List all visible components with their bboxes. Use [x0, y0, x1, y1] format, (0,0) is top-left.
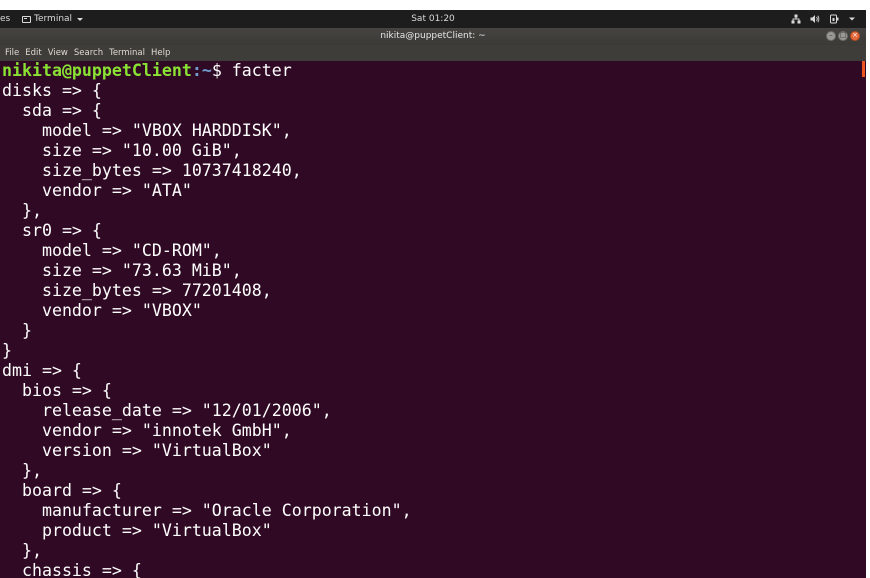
prompt-command: facter [231, 61, 292, 80]
output-line: version => "VirtualBox" [2, 441, 272, 460]
screen-top-edge [0, 0, 870, 10]
output-line: release_date => "12/01/2006", [2, 401, 332, 420]
output-line: vendor => "ATA" [2, 181, 192, 200]
output-line: model => "VBOX HARDDISK", [2, 121, 292, 140]
prompt-user-host: nikita@puppetClient [2, 61, 192, 80]
menu-edit[interactable]: Edit [25, 45, 41, 61]
output-line: size => "10.00 GiB", [2, 141, 242, 160]
output-line: }, [2, 201, 42, 220]
window-title-bar[interactable]: nikita@puppetClient: ~ – □ × [0, 28, 866, 45]
menu-file[interactable]: File [5, 45, 19, 61]
output-line: product => "VirtualBox" [2, 521, 272, 540]
output-line: }, [2, 461, 42, 480]
prompt-path: :~ [191, 61, 212, 80]
output-line: sr0 => { [2, 221, 102, 240]
power-icon[interactable] [829, 14, 839, 24]
output-line: sda => { [2, 101, 102, 120]
close-button[interactable]: × [850, 31, 860, 41]
maximize-icon: □ [839, 31, 847, 39]
menu-view[interactable]: View [48, 45, 68, 61]
screen-right-edge [866, 10, 870, 578]
output-line: } [2, 341, 12, 360]
output-line: size_bytes => 10737418240, [2, 161, 302, 180]
output-line: model => "CD-ROM", [2, 241, 222, 260]
minimize-button[interactable]: – [826, 31, 836, 41]
maximize-button[interactable]: □ [838, 31, 848, 41]
close-icon: × [852, 31, 858, 39]
output-line: size_bytes => 77201408, [2, 281, 272, 300]
scrollbar-thumb[interactable] [862, 61, 865, 77]
output-line: size => "73.63 MiB", [2, 261, 242, 280]
network-icon[interactable] [791, 14, 801, 24]
output-line: manufacturer => "Oracle Corporation", [2, 501, 412, 520]
chevron-down-icon[interactable] [848, 15, 856, 23]
system-top-bar: es Terminal Sat 01:20 [0, 10, 866, 28]
output-line: disks => { [2, 81, 102, 100]
output-line: dmi => { [2, 361, 82, 380]
menu-bar: File Edit View Search Terminal Help [0, 45, 866, 61]
output-line: bios => { [2, 381, 112, 400]
volume-icon[interactable] [810, 14, 820, 24]
system-tray[interactable] [791, 10, 856, 28]
menu-search[interactable]: Search [74, 45, 103, 61]
menu-help[interactable]: Help [151, 45, 170, 61]
clock[interactable]: Sat 01:20 [0, 10, 866, 28]
window-title: nikita@puppetClient: ~ [380, 31, 486, 41]
prompt-symbol: $ [211, 61, 232, 80]
output-line: }, [2, 541, 42, 560]
window-controls: – □ × [826, 31, 860, 41]
output-line: vendor => "VBOX" [2, 301, 202, 320]
output-line: chassis => { [2, 561, 142, 578]
output-line: vendor => "innotek GmbH", [2, 421, 292, 440]
output-line: } [2, 321, 32, 340]
output-line: board => { [2, 481, 122, 500]
prompt-line: nikita@puppetClient:~$ facter [2, 61, 292, 81]
menu-terminal[interactable]: Terminal [109, 45, 145, 61]
minimize-icon: – [829, 31, 833, 39]
terminal-output[interactable]: nikita@puppetClient:~$ facter disks => {… [0, 61, 866, 578]
